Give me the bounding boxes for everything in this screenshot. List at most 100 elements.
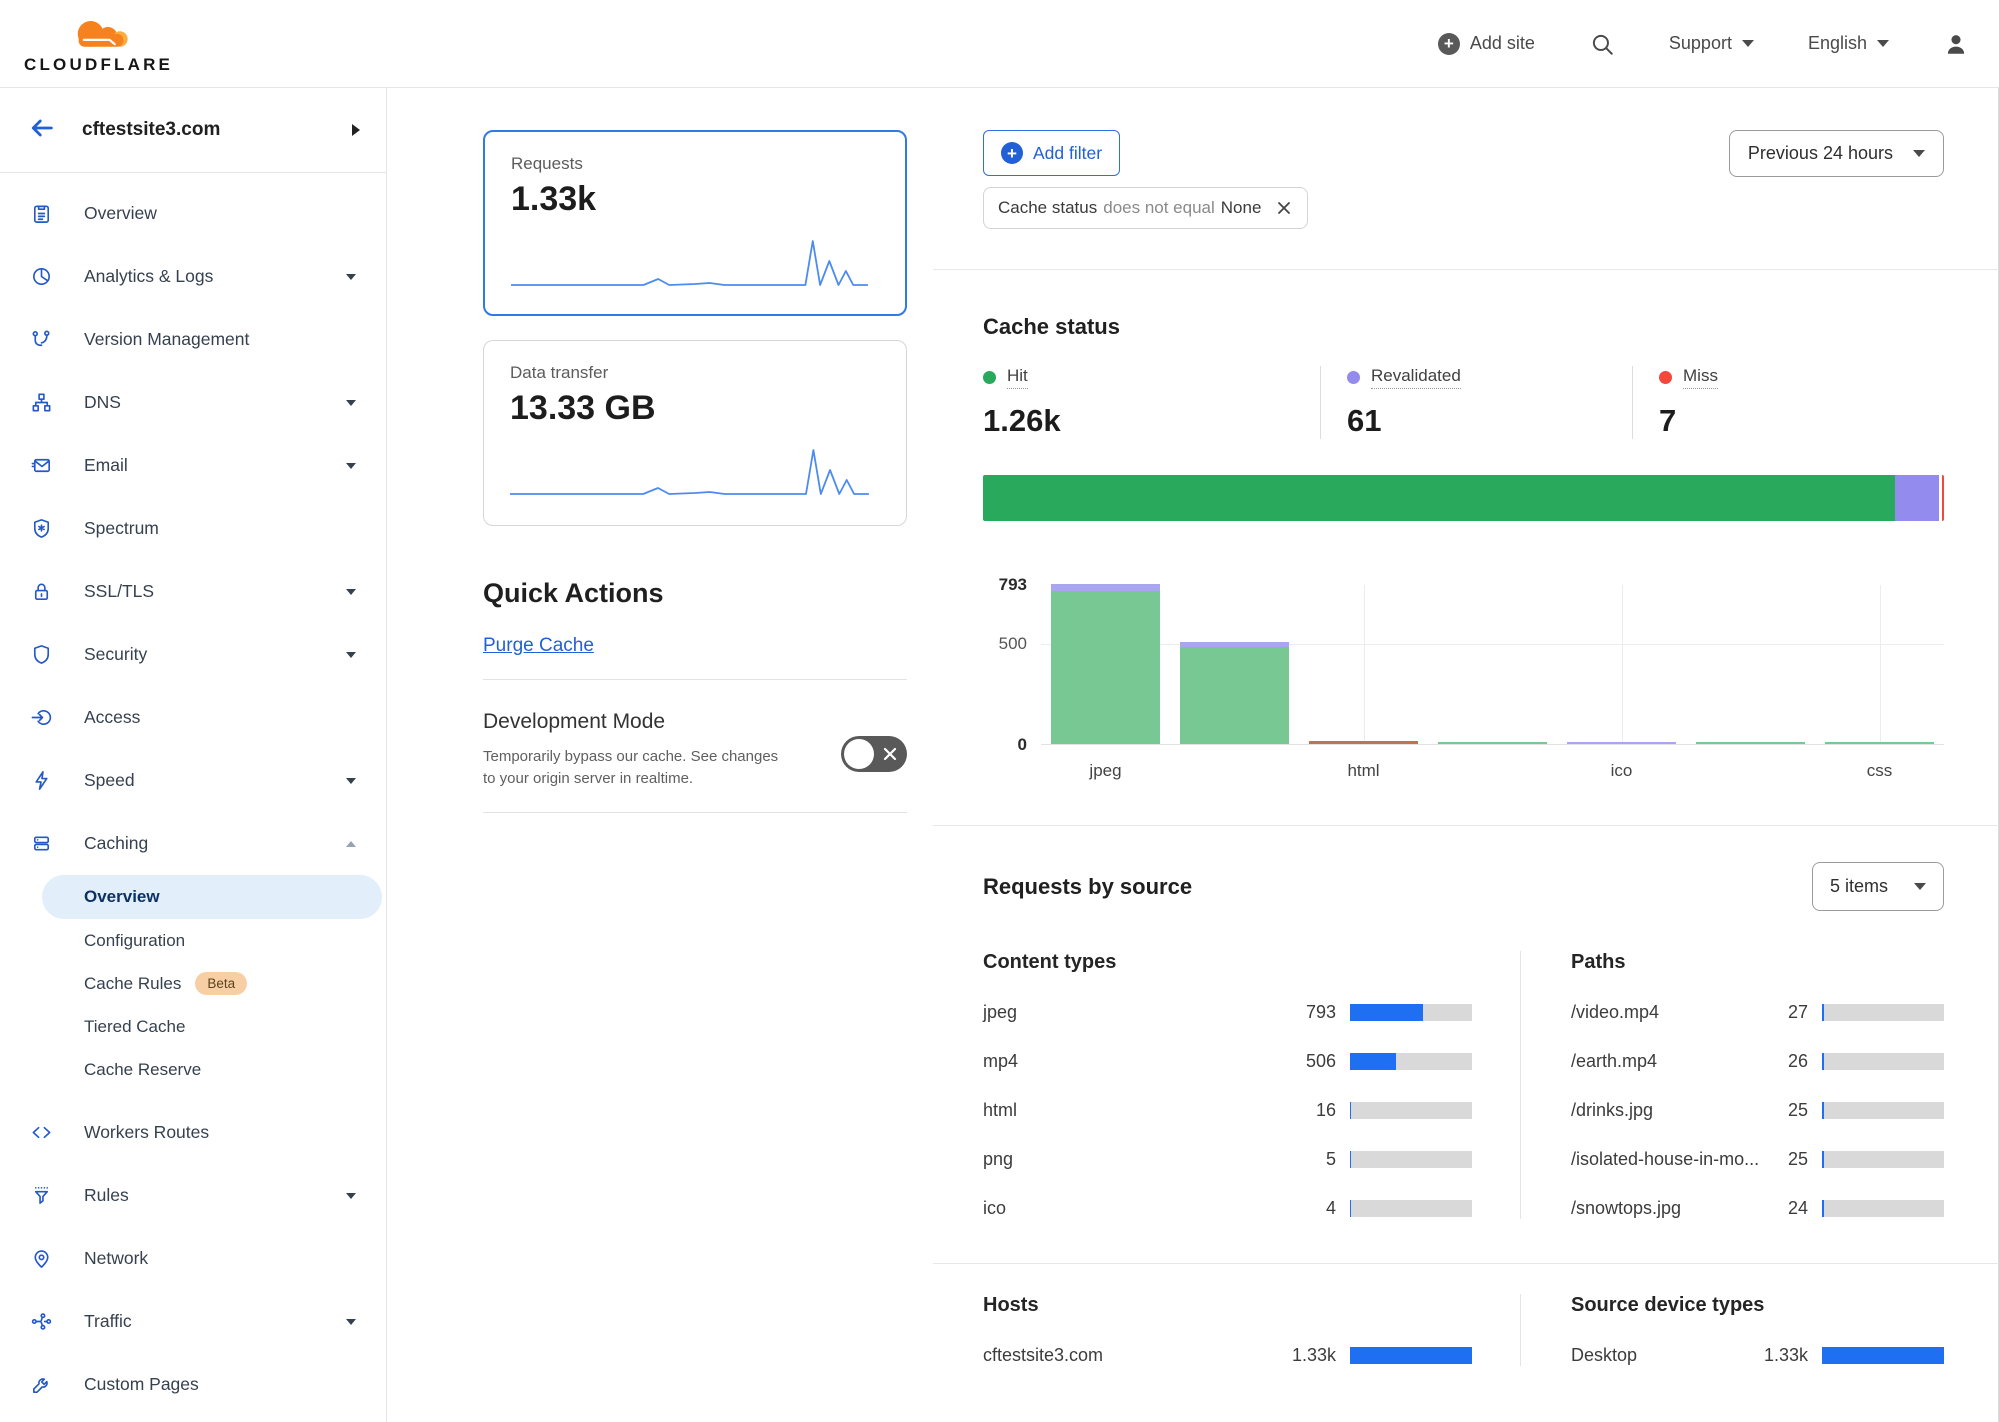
sidebar-item-rules[interactable]: Rules [0,1164,386,1227]
user-icon[interactable] [1943,31,1969,57]
add-site-button[interactable]: Add site [1438,33,1535,55]
sidebar-item-ssl-tls[interactable]: SSL/TLS [0,560,386,623]
table-row[interactable]: mp4 506 [983,1051,1472,1072]
chart-x-tick: html [1299,761,1428,781]
divider [483,679,907,680]
paths-title: Paths [1571,951,1944,974]
chevron-down-icon [1742,40,1754,47]
stat-hit-value: 1.26k [983,403,1320,439]
chart-x-tick [1686,761,1815,781]
sidebar-item-access[interactable]: Access [0,686,386,749]
sidebar-subitem-tiered-cache[interactable]: Tiered Cache [0,1005,386,1048]
content-types-title: Content types [983,951,1472,974]
sidebar-subitem-cache-reserve[interactable]: Cache Reserve [0,1048,386,1091]
chevron-down-icon [1913,150,1925,157]
table-row[interactable]: jpeg 793 [983,1002,1472,1023]
hit-dot-icon [983,371,996,384]
table-row[interactable]: /isolated-house-in-mo... 25 [1571,1149,1944,1170]
value-bar [1822,1053,1944,1070]
chevron-down-icon [1877,40,1889,47]
sidebar-subitem-cache-rules[interactable]: Cache Rules Beta [0,962,386,1005]
search-icon[interactable] [1589,31,1615,57]
table-row[interactable]: ico 4 [983,1198,1472,1219]
sidebar-item-email[interactable]: Email [0,434,386,497]
stat-hit-label[interactable]: Hit [1007,366,1028,389]
support-menu[interactable]: Support [1669,33,1754,54]
purge-cache-link[interactable]: Purge Cache [483,635,594,657]
requests-sparkline-chart [511,233,879,293]
requests-card[interactable]: Requests 1.33k [483,130,907,316]
chevron-down-icon [1914,883,1926,890]
table-row[interactable]: Desktop 1.33k [1571,1345,1944,1366]
table-row[interactable]: /earth.mp4 26 [1571,1051,1944,1072]
filter-chip-field: Cache status [998,198,1097,218]
filter-chip[interactable]: Cache status does not equal None [983,187,1308,229]
development-mode-toggle[interactable] [841,736,907,772]
version-management-icon [30,328,53,351]
divider [933,825,1999,826]
sidebar-item-workers-routes[interactable]: Workers Routes [0,1101,386,1164]
filter-chip-value: None [1221,198,1262,218]
stat-miss-label[interactable]: Miss [1683,366,1718,389]
close-icon[interactable] [1275,199,1293,217]
sidebar-item-speed[interactable]: Speed [0,749,386,812]
sidebar-item-traffic[interactable]: Traffic [0,1290,386,1353]
chart-bar-html [1309,741,1419,744]
sidebar-item-spectrum[interactable]: Spectrum [0,497,386,560]
sidebar-item-version-management[interactable]: Version Management [0,308,386,371]
add-filter-button[interactable]: Add filter [983,130,1120,176]
beta-badge: Beta [195,972,247,995]
data-transfer-card-label: Data transfer [510,363,880,383]
table-row[interactable]: /drinks.jpg 25 [1571,1100,1944,1121]
chevron-down-icon [346,274,356,280]
cloudflare-cloud-icon [58,13,144,53]
source-tables: Content types jpeg 793 mp4 506 html 16 [983,951,1944,1219]
requests-card-value: 1.33k [511,180,879,219]
data-transfer-card[interactable]: Data transfer 13.33 GB [483,340,907,526]
miss-dot-icon [1659,371,1672,384]
sidebar-item-dns[interactable]: DNS [0,371,386,434]
table-row[interactable]: cftestsite3.com 1.33k [983,1345,1472,1366]
value-bar [1350,1151,1472,1168]
sidebar-item-caching[interactable]: Caching [0,812,386,875]
chevron-right-icon[interactable] [352,124,360,136]
brand-text: CLOUDFLARE [24,55,173,75]
table-row[interactable]: png 5 [983,1149,1472,1170]
time-range-select[interactable]: Previous 24 hours [1729,130,1944,177]
sidebar-item-custom-pages[interactable]: Custom Pages [0,1353,386,1416]
sidebar-item-network[interactable]: Network [0,1227,386,1290]
table-row[interactable]: /snowtops.jpg 24 [1571,1198,1944,1219]
chart-bar-jpeg [1051,584,1161,744]
chevron-down-icon [346,1319,356,1325]
chart-bar-ico [1567,742,1677,744]
table-row[interactable]: /video.mp4 27 [1571,1002,1944,1023]
segment-hit [983,475,1895,521]
toggle-knob [844,739,874,769]
table-row[interactable]: html 16 [983,1100,1472,1121]
chart-x-tick: ico [1557,761,1686,781]
back-arrow-icon[interactable] [28,114,56,147]
divider [933,269,1999,270]
sidebar-item-analytics-logs[interactable]: Analytics & Logs [0,245,386,308]
sidebar-item-overview[interactable]: Overview [0,182,386,245]
analytics-icon [30,265,53,288]
stat-revalidated-label[interactable]: Revalidated [1371,366,1461,389]
funnel-icon [30,1184,53,1207]
stat-revalidated: Revalidated 61 [1320,366,1632,439]
chevron-down-icon [346,1193,356,1199]
sidebar-subitem-caching-overview[interactable]: Overview [42,875,382,919]
development-mode-description: Temporarily bypass our cache. See change… [483,746,783,790]
chevron-down-icon [346,652,356,658]
items-count-select[interactable]: 5 items [1812,862,1944,911]
data-transfer-sparkline-chart [510,442,880,502]
stat-hit: Hit 1.26k [983,366,1320,439]
content-type-chart: 793 500 0 [983,585,1944,745]
summary-column: Requests 1.33k Data transfer 13.33 GB Qu… [387,88,933,1422]
cloudflare-logo[interactable]: CLOUDFLARE [24,13,173,75]
chevron-down-icon [346,463,356,469]
y-tick: 500 [983,634,1027,654]
sidebar-item-security[interactable]: Security [0,623,386,686]
code-brackets-icon [30,1121,53,1144]
language-menu[interactable]: English [1808,33,1889,54]
sidebar-subitem-configuration[interactable]: Configuration [0,919,386,962]
